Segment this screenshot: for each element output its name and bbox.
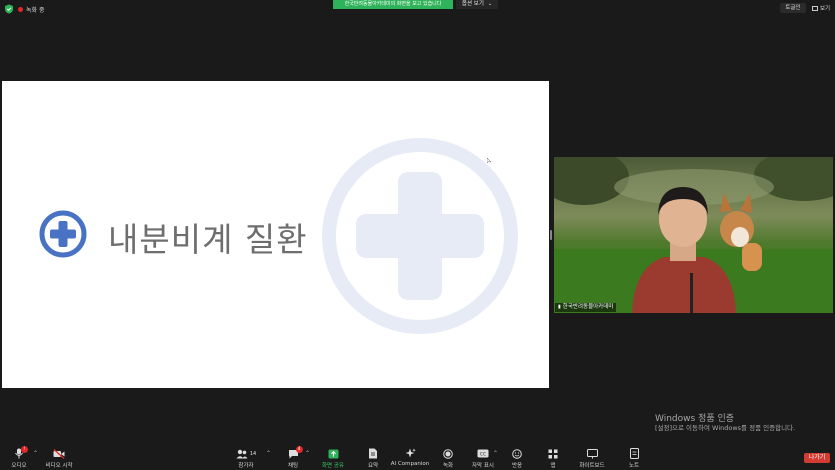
participant-video-tile[interactable]: ▮ 한국반려동물아카데미	[554, 157, 833, 313]
share-screen-label: 화면 공유	[322, 463, 344, 469]
video-start-button[interactable]: 비디오 시작	[39, 448, 79, 469]
audio-label: 오디오	[11, 463, 27, 469]
share-screen-button[interactable]: 화면 공유	[313, 448, 353, 469]
notes-icon	[629, 448, 639, 459]
chat-label: 채팅	[287, 463, 299, 469]
mouse-cursor-icon	[487, 158, 491, 164]
closed-captions-icon: CC	[477, 449, 489, 458]
recording-indicator[interactable]: 녹화 중	[18, 4, 44, 15]
windows-activation-text: [설정]으로 이동하여 Windows를 정품 인증합니다.	[655, 424, 796, 432]
participants-label: 참가자	[238, 463, 254, 469]
screen-share-banner: 한국반려동물아카데미의 화면을 보고 있습니다	[333, 0, 453, 9]
apps-icon	[548, 449, 558, 458]
share-screen-icon	[328, 449, 338, 458]
participants-options-chevron-icon[interactable]: ⌃	[266, 450, 271, 457]
view-options-label: 옵션 보기	[461, 1, 484, 7]
audio-alert-badge: !	[21, 446, 28, 453]
video-start-label: 비디오 시작	[45, 463, 73, 469]
chat-options-chevron-icon[interactable]: ⌃	[305, 450, 310, 457]
captions-label: 자막 표시	[472, 463, 494, 469]
fullscreen-toggle-button[interactable]: 토글인	[780, 3, 806, 13]
participant-name: 한국반려동물아카데미	[562, 304, 614, 310]
medical-cross-watermark-icon	[322, 138, 518, 334]
whiteboard-label: 화이트보드	[579, 463, 605, 469]
ai-companion-label: AI Companion	[390, 461, 430, 467]
reactions-button[interactable]: 반응	[497, 448, 537, 469]
whiteboard-icon	[586, 448, 598, 458]
video-camera-off-icon	[53, 448, 65, 459]
panel-resize-handle[interactable]	[550, 230, 552, 240]
record-dot-icon	[18, 7, 23, 12]
view-button[interactable]: 보기	[809, 3, 833, 13]
notes-button[interactable]: 노트	[614, 448, 654, 469]
view-options-button[interactable]: 옵션 보기 ⌄	[456, 0, 498, 9]
ai-companion-button[interactable]: AI Companion	[390, 448, 430, 467]
notes-label: 노트	[628, 463, 640, 469]
security-shield-icon[interactable]	[4, 4, 14, 14]
grid-view-icon	[811, 5, 818, 11]
smiley-icon	[512, 448, 522, 459]
signal-strength-icon: ▮	[558, 304, 561, 310]
record-label: 녹화	[442, 463, 454, 469]
shared-screen-slide[interactable]: 내분비계 질환	[2, 81, 549, 388]
summary-document-icon	[369, 448, 377, 459]
leave-meeting-button[interactable]: 나가기	[804, 453, 830, 463]
chat-unread-badge: 4	[295, 446, 303, 453]
summary-button[interactable]: 요약	[353, 448, 393, 469]
apps-button[interactable]: 앱	[533, 448, 573, 469]
view-label: 보기	[819, 6, 831, 12]
participant-name-label: ▮ 한국반려동물아카데미	[555, 303, 617, 312]
record-icon	[443, 448, 453, 459]
svg-text:CC: CC	[480, 452, 486, 458]
audio-options-chevron-icon[interactable]: ⌃	[33, 450, 38, 457]
chevron-down-icon: ⌄	[487, 1, 493, 7]
video-feed-image	[554, 157, 833, 313]
record-button[interactable]: 녹화	[428, 448, 468, 469]
whiteboard-button[interactable]: 화이트보드	[572, 448, 612, 469]
participants-icon	[236, 449, 248, 458]
sparkle-icon	[405, 448, 416, 458]
participants-button[interactable]: 14 참가자	[226, 448, 266, 469]
apps-label: 앱	[550, 463, 556, 469]
medical-cross-icon	[39, 210, 87, 258]
summary-label: 요약	[367, 463, 379, 469]
reactions-label: 반응	[511, 463, 523, 469]
slide-title: 내분비계 질환	[108, 220, 308, 259]
participants-count: 14	[249, 450, 257, 457]
recording-label: 녹화 중	[26, 7, 45, 14]
